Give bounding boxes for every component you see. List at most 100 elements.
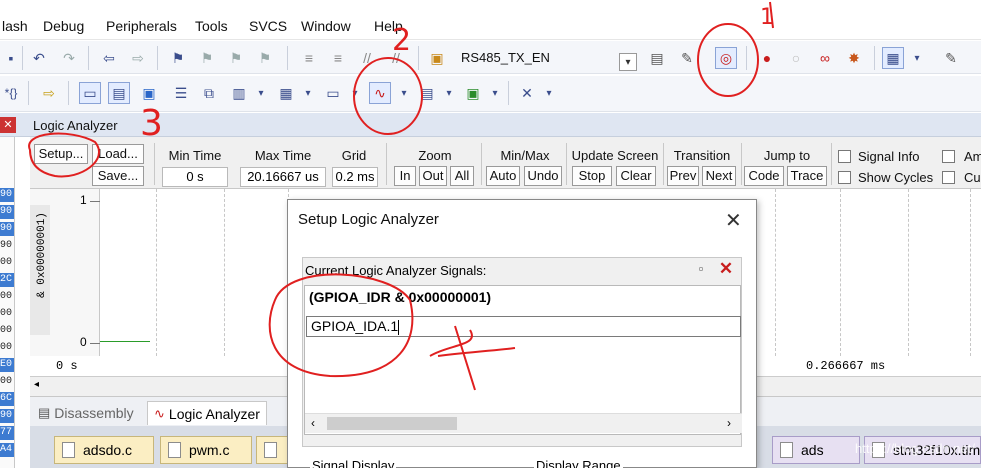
serial-dropdown-icon[interactable]: ▾ [344,82,366,104]
code-button[interactable]: Code [744,166,784,186]
menu-svcs[interactable]: SVCS [249,18,287,34]
layout-dropdown-icon[interactable]: ▾ [906,47,928,69]
toolbar-main: ▪ ↶ ↷ ⇦ ⇨ ⚑ ⚑ ⚑ ⚑ ≡ ≡ // // ▣ RS485_TX_E… [0,41,981,74]
zoom-all-button[interactable]: All [450,166,474,186]
next-button[interactable]: Next [702,166,736,186]
scroll-right-icon[interactable]: › [727,416,731,430]
load-button[interactable]: Load... [92,144,144,164]
window-layout-icon[interactable]: ▦ [882,47,904,69]
stop-button[interactable]: Stop [572,166,612,186]
system-viewer-icon[interactable]: ▣ [462,82,484,104]
analysis-window-icon[interactable]: ∿ [369,82,391,104]
file-tab-partial[interactable] [256,436,288,464]
signal-edit-field[interactable]: GPIOA_IDA.1 [306,316,741,337]
text-caret [398,319,400,335]
zoom-in-button[interactable]: In [394,166,416,186]
menu-flash[interactable]: lash [2,18,28,34]
breakpoint-icon[interactable]: ● [756,47,778,69]
signal-list-item[interactable]: (GPIOA_IDR & 0x00000001) [309,286,491,308]
menu-window[interactable]: Window [301,18,351,34]
delete-signal-icon[interactable]: ✕ [715,259,737,279]
analysis-dropdown-icon[interactable]: ▾ [393,82,415,104]
undo-icon[interactable]: ↶ [28,47,50,69]
grid-line [908,189,909,356]
breakpoint-enable-all-icon[interactable]: ✸ [843,47,865,69]
disassembly-window-icon[interactable]: ▤ [108,82,130,104]
watch-window-icon[interactable]: ▥ [228,82,250,104]
signal-list[interactable]: (GPIOA_IDR & 0x00000001) GPIOA_IDA.1 ‹ › [304,285,742,435]
trace-window-icon[interactable]: ▤ [416,82,438,104]
file-tab-adsdo[interactable]: adsdo.c [54,436,154,464]
save-button[interactable]: Save... [92,166,144,186]
system-viewer-dropdown-icon[interactable]: ▾ [484,82,506,104]
setup-button[interactable]: Setup... [34,144,88,164]
toolbar-separator [874,46,875,70]
target-combo[interactable]: RS485_TX_EN [461,50,550,65]
debug-session-icon[interactable]: ◎ [715,47,737,69]
auto-button[interactable]: Auto [486,166,520,186]
bookmark-next-icon[interactable]: ⚑ [225,47,247,69]
memory-window-icon[interactable]: ▦ [275,82,297,104]
indent-icon[interactable]: ≡ [298,47,320,69]
show-next-statement-icon[interactable]: ⇨ [38,82,60,104]
file-tab-pwm[interactable]: pwm.c [160,436,252,464]
watermark: https://blog.csdn.net/ [855,441,975,456]
memory-dropdown-icon[interactable]: ▾ [297,82,319,104]
scrollbar-thumb[interactable] [327,417,457,430]
bookmark-icon[interactable]: ⚑ [167,47,189,69]
scroll-left-icon[interactable]: ◂ [34,379,39,390]
zoom-out-button[interactable]: Out [419,166,447,186]
menu-help[interactable]: Help [374,18,403,34]
file-tab-ads[interactable]: ads [772,436,860,464]
toolbox-dropdown-icon[interactable]: ▾ [538,82,560,104]
configure-icon[interactable]: ✎ [940,47,962,69]
breakpoint-disable-icon[interactable]: ○ [785,47,807,69]
file-icon [168,442,181,458]
breakpoint-kill-icon[interactable]: ∞ [814,47,836,69]
cursor-checkbox[interactable] [942,171,955,184]
braces-icon[interactable]: *{} [0,82,22,104]
bookmark-prev-icon[interactable]: ⚑ [196,47,218,69]
close-icon[interactable]: ✕ [0,117,16,133]
registers-window-icon[interactable]: ☰ [170,82,192,104]
find-icon[interactable]: ▤ [646,47,668,69]
trace-button[interactable]: Trace [787,166,827,186]
incremental-find-icon[interactable]: ✎ [676,47,698,69]
scroll-left-icon[interactable]: ‹ [311,416,315,430]
call-stack-icon[interactable]: ⧉ [198,82,220,104]
amplitude-checkbox[interactable] [942,150,955,163]
symbols-window-icon[interactable]: ▣ [138,82,160,104]
save-icon[interactable]: ▪ [0,47,22,69]
unindent-icon[interactable]: ≡ [327,47,349,69]
toolbox-icon[interactable]: ✕ [516,82,538,104]
tab-disassembly[interactable]: ▤ Disassembly [32,401,140,425]
find-in-files-icon[interactable]: ▣ [426,47,448,69]
watch-dropdown-icon[interactable]: ▾ [250,82,272,104]
logic-analyzer-titlebar: ✕ Logic Analyzer [0,113,981,137]
command-window-icon[interactable]: ▭ [79,82,101,104]
bookmark-clear-icon[interactable]: ⚑ [254,47,276,69]
uncomment-icon[interactable]: // [385,47,407,69]
menu-debug[interactable]: Debug [43,18,84,34]
show-cycles-checkbox[interactable] [838,171,851,184]
combo-dropdown-icon[interactable]: ▾ [619,53,637,71]
signal-list-scrollbar[interactable]: ‹ › [305,413,742,433]
trace-dropdown-icon[interactable]: ▾ [438,82,460,104]
clear-button[interactable]: Clear [616,166,656,186]
close-icon[interactable]: ✕ [725,208,742,233]
prev-button[interactable]: Prev [667,166,699,186]
redo-icon[interactable]: ↷ [58,47,80,69]
memory-address-cell: 77 [0,426,14,440]
toolbar-separator [22,46,23,70]
signal-info-checkbox[interactable] [838,150,851,163]
undo-button[interactable]: Undo [524,166,562,186]
nav-forward-icon[interactable]: ⇨ [127,47,149,69]
amplitude-label: Am [964,149,981,164]
new-signal-icon[interactable]: ▫ [691,261,711,279]
serial-window-icon[interactable]: ▭ [322,82,344,104]
nav-back-icon[interactable]: ⇦ [98,47,120,69]
comment-icon[interactable]: // [356,47,378,69]
menu-tools[interactable]: Tools [195,18,228,34]
tab-logic-analyzer[interactable]: ∿ Logic Analyzer [147,401,267,425]
menu-peripherals[interactable]: Peripherals [106,18,177,34]
